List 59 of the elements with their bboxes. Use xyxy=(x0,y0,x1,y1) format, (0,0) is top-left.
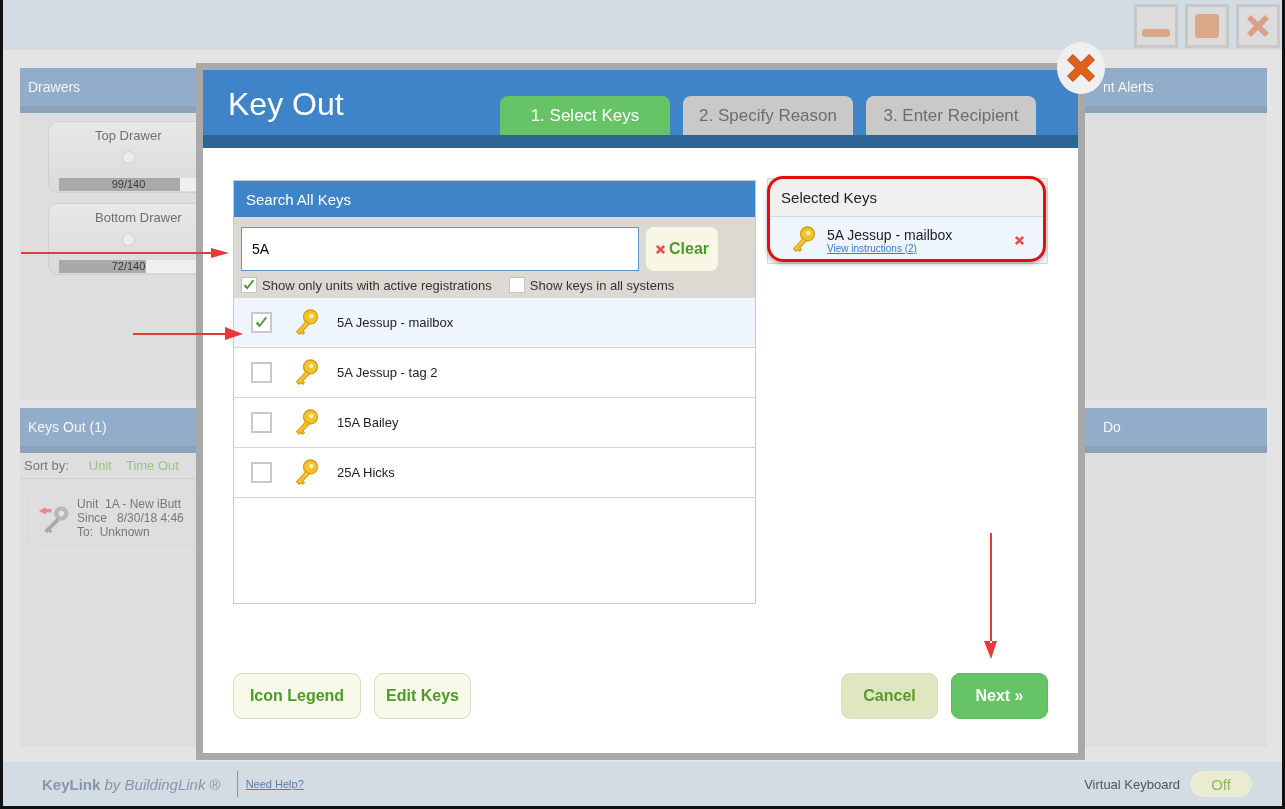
panel-title: Drawers xyxy=(28,79,81,95)
key-name: 5A Jessup - mailbox xyxy=(827,226,954,243)
key-name: 5A Jessup - mailbox xyxy=(337,315,454,330)
key-out-detail: To: Unknown xyxy=(77,525,151,539)
key-icon xyxy=(294,307,320,338)
step-tab[interactable]: 3. Enter Recipient xyxy=(866,96,1036,135)
maximize-icon xyxy=(1195,14,1219,38)
checkmark-icon xyxy=(254,315,269,330)
key-out-detail: Since 8/30/18 4:46 xyxy=(77,511,184,525)
panel-title: Selected Keys xyxy=(781,189,877,206)
status-dot-icon xyxy=(122,151,135,164)
view-instructions-link[interactable]: View instructions (2) xyxy=(827,242,1014,254)
key-name: 15A Bailey xyxy=(337,415,399,430)
step-tab[interactable]: 2. Specify Reason xyxy=(683,96,853,135)
remove-icon[interactable] xyxy=(1014,234,1025,246)
panel-title: Do xyxy=(1102,419,1121,435)
panel-title: Keys Out (1) xyxy=(28,419,107,435)
dialog-title: Key Out xyxy=(228,86,344,123)
key-icon xyxy=(294,407,320,438)
checkbox[interactable] xyxy=(251,462,272,483)
drawer-name: Bottom Drawer xyxy=(95,210,182,225)
minimize-button[interactable] xyxy=(1134,4,1178,48)
close-icon xyxy=(655,243,666,255)
drawer-count: 99/140 xyxy=(110,178,147,191)
dialog-button[interactable]: Cancel xyxy=(841,673,938,719)
checkbox[interactable] xyxy=(508,277,525,293)
maximize-button[interactable] xyxy=(1185,4,1229,48)
dialog-button[interactable]: Next » xyxy=(951,673,1048,719)
checkbox[interactable] xyxy=(251,412,272,433)
status-dot-icon xyxy=(122,233,135,246)
key-icon xyxy=(791,225,818,255)
dialog-button[interactable]: Icon Legend xyxy=(233,673,361,719)
dialog-button[interactable]: Edit Keys xyxy=(374,673,471,719)
checkbox[interactable] xyxy=(251,312,272,333)
virtual-keyboard-toggle[interactable]: Off xyxy=(1190,771,1252,797)
checkmark-icon xyxy=(242,278,256,292)
filter-label: Show keys in all systems xyxy=(529,277,675,293)
key-name: 25A Hicks xyxy=(337,465,395,480)
checkbox[interactable] xyxy=(241,277,257,293)
brand-logo-text: KeyLink by BuildingLink ® xyxy=(42,775,221,793)
key-name: 5A Jessup - tag 2 xyxy=(337,365,438,380)
help-link[interactable]: Need Help? xyxy=(245,778,304,790)
filter-label: Show only units with active registrations xyxy=(262,277,492,293)
virtual-keyboard-label: Virtual Keyboard xyxy=(1084,776,1180,792)
key-out-detail: Unit 1A - New iButt xyxy=(77,497,183,511)
key-list-item[interactable]: 5A Jessup - mailbox xyxy=(234,298,756,348)
step-tab[interactable]: 1. Select Keys xyxy=(500,96,670,135)
checkbox[interactable] xyxy=(251,362,272,383)
minimize-icon xyxy=(1142,29,1170,37)
drawer-name: Top Drawer xyxy=(95,128,162,143)
search-field[interactable]: 5A xyxy=(241,227,639,271)
close-button[interactable] xyxy=(1236,4,1280,48)
key-icon xyxy=(294,357,320,388)
sort-label: Sort by: xyxy=(24,458,69,473)
drawer-count: 72/140 xyxy=(110,260,147,273)
panel-title: nt Alerts xyxy=(1102,79,1154,95)
panel-title: Search All Keys xyxy=(246,190,352,208)
key-icon xyxy=(294,457,320,488)
clear-button[interactable]: Clear xyxy=(646,227,718,271)
